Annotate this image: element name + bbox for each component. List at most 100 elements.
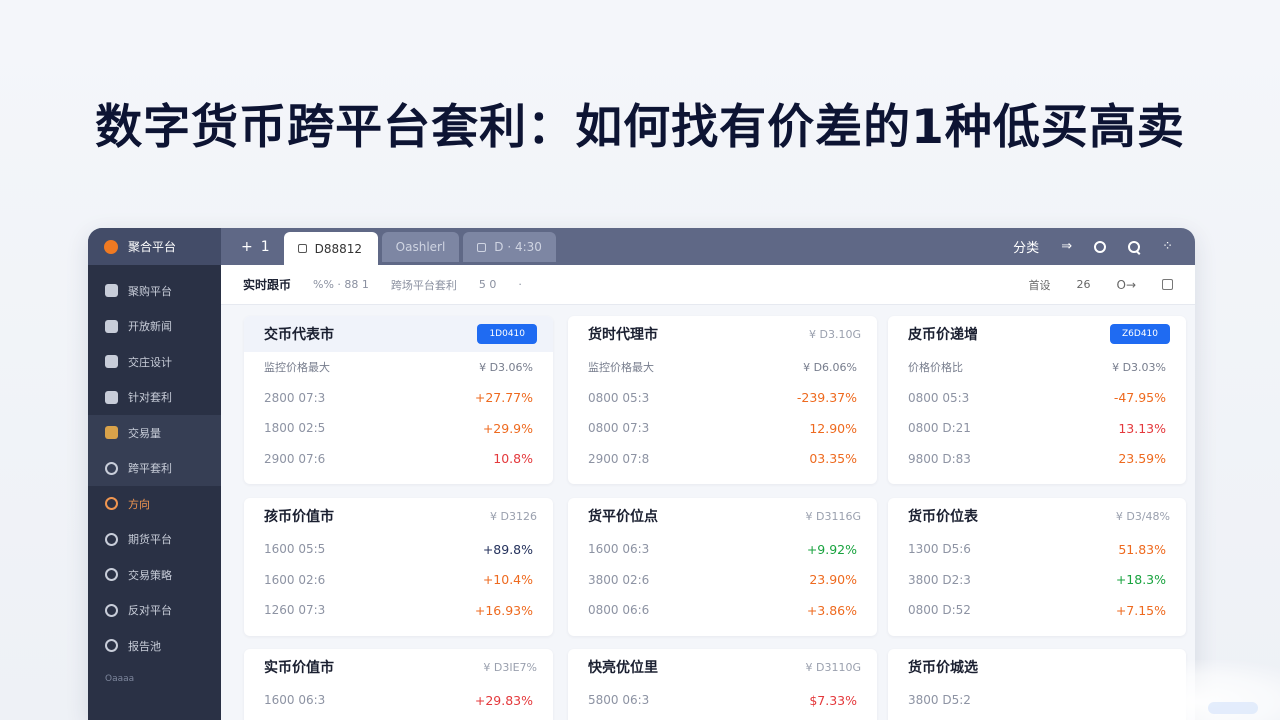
card-title: 交币代表市 bbox=[264, 327, 334, 343]
card-header: 交币代表市 1D0410 bbox=[244, 316, 553, 352]
table-row[interactable]: 3800 D5:2 bbox=[908, 685, 1166, 716]
row-label: 价格价格比 bbox=[908, 361, 963, 375]
category-button[interactable]: 分类 bbox=[1013, 237, 1039, 256]
circle-icon[interactable] bbox=[1094, 240, 1107, 253]
row-value: +7.15% bbox=[1115, 602, 1166, 618]
sidebar-item-label: 开放新闻 bbox=[128, 320, 172, 334]
card-header: 皮币价递增 Z6D410 bbox=[888, 316, 1186, 352]
brand[interactable]: 聚合平台 bbox=[88, 228, 221, 265]
sidebar-item-9[interactable]: 反对平台 bbox=[88, 593, 221, 629]
tab-1[interactable]: D88812 bbox=[283, 232, 378, 265]
table-row[interactable]: 2900 07:8 03.35% bbox=[588, 444, 857, 475]
table-row[interactable]: 0800 07:3 12.90% bbox=[588, 413, 857, 444]
clock-icon bbox=[105, 497, 118, 511]
card-badge[interactable]: Z6D410 bbox=[1110, 324, 1170, 344]
row-label: 1600 02:6 bbox=[264, 572, 326, 587]
settings-button[interactable]: 首设 bbox=[1029, 277, 1051, 293]
row-label: 1600 06:3 bbox=[264, 693, 326, 708]
sidebar-item-6[interactable]: 方向 bbox=[88, 486, 221, 522]
card-title: 货币价城选 bbox=[908, 660, 978, 676]
sidebar-item-7[interactable]: 期货平台 bbox=[88, 522, 221, 558]
table-row[interactable]: 2900 07:6 10.8% bbox=[264, 444, 533, 475]
sidebar-item-1[interactable]: 开放新闻 bbox=[88, 309, 221, 345]
count-indicator[interactable]: 26 bbox=[1077, 278, 1091, 291]
row-value: 13.13% bbox=[1118, 420, 1166, 436]
market-card[interactable]: 货币价城选 3800 D5:2 bbox=[888, 649, 1186, 720]
table-row[interactable]: 1600 02:6 +10.4% bbox=[264, 565, 533, 596]
table-row[interactable]: 3800 D2:3 +18.3% bbox=[908, 565, 1166, 596]
subbar-item[interactable]: %% · 88 1 bbox=[313, 278, 369, 291]
market-card[interactable]: 孩币价值市 ¥ D3126 1600 05:5 +89.8% 1600 02:6 +… bbox=[244, 498, 553, 636]
table-row[interactable]: 5800 06:3 $7.33% bbox=[588, 685, 857, 716]
subbar-title[interactable]: 实时跟币 bbox=[243, 276, 291, 293]
sidebar-item-2[interactable]: 交庄设计 bbox=[88, 344, 221, 380]
row-label: 0800 D:21 bbox=[908, 421, 971, 436]
sidebar-item-label: 方向 bbox=[128, 497, 150, 511]
subbar-item[interactable]: 跨场平台套利 bbox=[391, 277, 457, 293]
row-value: -239.37% bbox=[796, 390, 857, 406]
market-card[interactable]: 交币代表市 1D0410 监控价格最大 ¥ D3.06% 2800 07:3 +27… bbox=[244, 316, 553, 484]
subbar-item[interactable]: · bbox=[518, 278, 522, 291]
market-card[interactable]: 实币价值市 ¥ D3IE7% 1600 06:3 +29.83% bbox=[244, 649, 553, 720]
sidebar-group-label: Oaaaa bbox=[105, 673, 135, 684]
sidebar-item-10[interactable]: 报告池 bbox=[88, 628, 221, 664]
subbar-actions: 首设 26 O→ bbox=[1029, 277, 1173, 293]
card-price: ¥ D3.10G bbox=[809, 327, 861, 341]
arrow-right-icon[interactable]: ⇒ bbox=[1061, 239, 1072, 254]
table-row[interactable]: 0800 D:21 13.13% bbox=[908, 413, 1166, 444]
table-row[interactable]: 2800 07:3 +27.77% bbox=[264, 383, 533, 414]
card-header: 实币价值市 ¥ D3IE7% bbox=[244, 649, 553, 685]
tab-3[interactable]: D · 4:30 bbox=[463, 232, 556, 262]
row-value: +27.77% bbox=[474, 390, 533, 406]
sidebar-item-3[interactable]: 针对套利 bbox=[88, 380, 221, 416]
sidebar-item-label: 聚购平台 bbox=[128, 284, 172, 298]
table-row[interactable]: 1600 06:3 +9.92% bbox=[588, 534, 857, 565]
row-label: 1600 05:5 bbox=[264, 542, 326, 557]
market-card[interactable]: 皮币价递增 Z6D410 价格价格比 ¥ D3.03% 0800 05:3 -47.… bbox=[888, 316, 1186, 484]
card-badge[interactable]: 1D0410 bbox=[477, 324, 537, 344]
sidebar-item-4[interactable]: 交易量 bbox=[88, 415, 221, 451]
table-row[interactable]: 0800 D:52 +7.15% bbox=[908, 595, 1166, 626]
tab-label: Oashlerl bbox=[395, 240, 446, 254]
row-value: +9.92% bbox=[806, 541, 857, 557]
sidebar-item-label: 针对套利 bbox=[128, 391, 172, 405]
row-value: +18.3% bbox=[1115, 572, 1166, 588]
row-label: 1800 02:5 bbox=[264, 421, 326, 436]
sidebar-item-5[interactable]: 跨平套利 bbox=[88, 450, 221, 486]
table-row[interactable]: 1800 02:5 +29.9% bbox=[264, 413, 533, 444]
table-row[interactable]: 0800 05:3 -239.37% bbox=[588, 383, 857, 414]
chart-icon bbox=[105, 390, 118, 404]
key-icon[interactable]: O→ bbox=[1117, 278, 1137, 292]
table-row[interactable]: 1300 D5:6 51.83% bbox=[908, 534, 1166, 565]
market-card[interactable]: 快亮优位里 ¥ D3110G 5800 06:3 $7.33% bbox=[568, 649, 877, 720]
row-value: 03.35% bbox=[809, 451, 857, 467]
table-row[interactable]: 0800 06:6 +3.86% bbox=[588, 595, 857, 626]
table-row[interactable]: 1600 06:3 +29.83% bbox=[264, 685, 533, 716]
row-label: 2900 07:6 bbox=[264, 451, 326, 466]
grid-icon[interactable]: ⁘ bbox=[1162, 239, 1173, 254]
table-row[interactable]: 1260 07:3 +16.93% bbox=[264, 595, 533, 626]
add-tab-button[interactable]: + 1 bbox=[221, 239, 284, 265]
sidebar-item-0[interactable]: 聚购平台 bbox=[88, 273, 221, 309]
tab-2[interactable]: Oashlerl bbox=[381, 232, 460, 262]
market-card[interactable]: 货币价位表 ¥ D3/48% 1300 D5:6 51.83% 3800 D2:3… bbox=[888, 498, 1186, 636]
table-row[interactable]: 0800 05:3 -47.95% bbox=[908, 383, 1166, 414]
sidebar-item-8[interactable]: 交易策略 bbox=[88, 557, 221, 593]
table-row[interactable]: 3800 02:6 23.90% bbox=[588, 565, 857, 596]
tab-count: 1 bbox=[260, 239, 270, 255]
exchange-icon bbox=[105, 461, 118, 475]
market-card[interactable]: 货时代理市 ¥ D3.10G 监控价格最大 ¥ D6.06% 0800 05:3 -… bbox=[568, 316, 877, 484]
card-subrow: 价格价格比 ¥ D3.03% bbox=[908, 352, 1166, 383]
table-row[interactable]: 9800 D:83 23.59% bbox=[908, 444, 1166, 475]
subbar-item[interactable]: 5 0 bbox=[479, 278, 497, 291]
row-value: +3.86% bbox=[806, 602, 857, 618]
card-header: 货币价城选 bbox=[888, 649, 1186, 685]
row-value: 23.90% bbox=[809, 572, 857, 588]
search-icon[interactable] bbox=[1128, 240, 1141, 253]
sidebar-item-label: 交庄设计 bbox=[128, 355, 172, 369]
platform-icon bbox=[105, 603, 118, 617]
expand-icon[interactable] bbox=[1162, 279, 1173, 290]
market-card[interactable]: 货平价位点 ¥ D3116G 1600 06:3 +9.92% 3800 02:6… bbox=[568, 498, 877, 636]
row-label: 0800 05:3 bbox=[908, 390, 970, 405]
table-row[interactable]: 1600 05:5 +89.8% bbox=[264, 534, 533, 565]
